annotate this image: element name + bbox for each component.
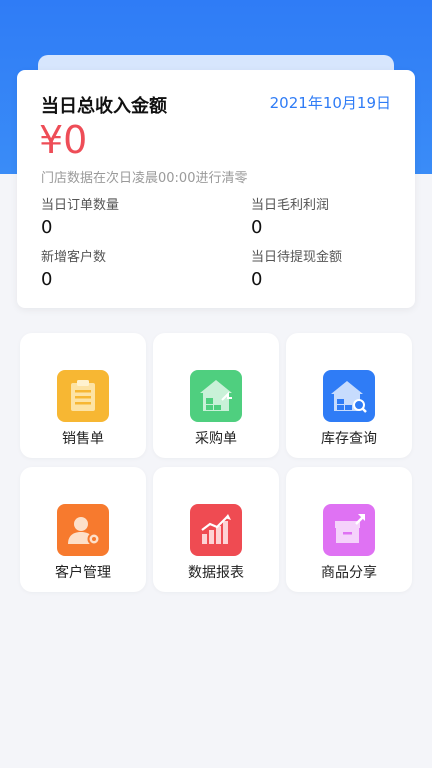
- stat-value: 0: [251, 217, 263, 238]
- stat-new-customers: 新增客户数 0: [41, 246, 106, 290]
- stat-label: 新增客户数: [41, 250, 107, 265]
- house-boxes-icon: [190, 370, 242, 422]
- stat-order-count: 当日订单数量 0: [41, 194, 119, 238]
- inventory-query-tile[interactable]: 库存查询: [286, 333, 412, 458]
- tile-label: 库存查询: [321, 431, 377, 447]
- stat-label: 当日待提现金额: [251, 250, 343, 265]
- stat-gross-profit: 当日毛利利润 0: [251, 194, 329, 238]
- stat-value: 0: [41, 217, 53, 238]
- stat-pending-withdrawal: 当日待提现金额 0: [251, 246, 342, 290]
- purchase-order-tile[interactable]: 采购单: [153, 333, 279, 458]
- sales-order-tile[interactable]: 销售单: [20, 333, 146, 458]
- bar-chart-icon: [190, 504, 242, 556]
- box-share-icon: [323, 504, 375, 556]
- summary-date[interactable]: 2021年10月19日: [270, 92, 391, 113]
- warehouse-search-icon: [323, 370, 375, 422]
- stat-label: 当日订单数量: [41, 198, 120, 213]
- product-share-tile[interactable]: 商品分享: [286, 467, 412, 592]
- tile-label: 商品分享: [321, 565, 377, 581]
- stat-value: 0: [41, 269, 53, 290]
- tile-label: 数据报表: [188, 565, 244, 581]
- tile-label: 销售单: [62, 431, 104, 447]
- total-income-amount: ¥0: [39, 118, 88, 162]
- reset-note: 门店数据在次日凌晨00:00进行清零: [41, 171, 248, 186]
- tile-label: 采购单: [195, 431, 237, 447]
- clipboard-icon: [57, 370, 109, 422]
- tile-label: 客户管理: [55, 565, 111, 581]
- stat-value: 0: [251, 269, 263, 290]
- stat-label: 当日毛利利润: [251, 198, 330, 213]
- data-report-tile[interactable]: 数据报表: [153, 467, 279, 592]
- customer-gear-icon: [57, 504, 109, 556]
- customer-management-tile[interactable]: 客户管理: [20, 467, 146, 592]
- summary-title: 当日总收入金额: [41, 96, 167, 117]
- daily-summary-card: 当日总收入金额 2021年10月19日 ¥0 门店数据在次日凌晨00:00进行清…: [17, 70, 415, 308]
